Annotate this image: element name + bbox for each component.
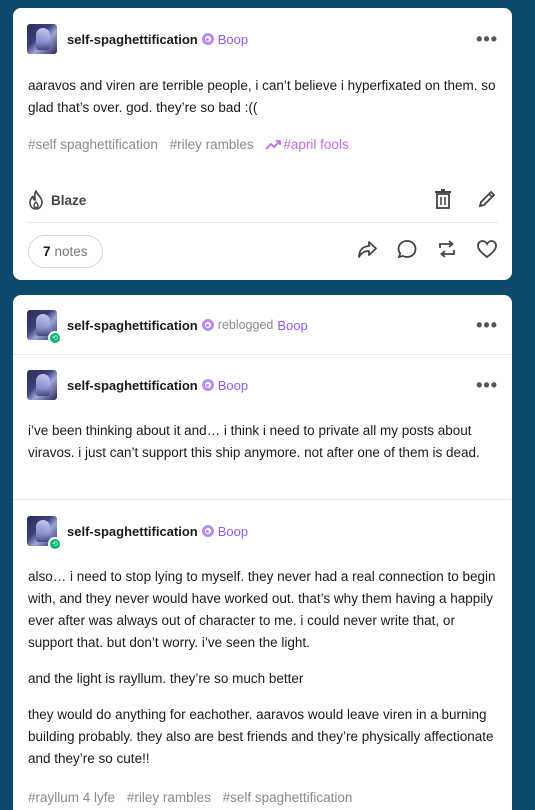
notes-label: notes xyxy=(54,244,88,259)
divider xyxy=(13,354,512,355)
flame-icon xyxy=(29,190,43,210)
trending-arrow-icon xyxy=(265,140,282,151)
boop-icon[interactable] xyxy=(201,33,214,45)
reblog-post-card: ⟲ self-spaghettification reblogged Boop … xyxy=(13,295,512,810)
boop-link[interactable]: Boop xyxy=(218,378,248,393)
blaze-button[interactable]: Blaze xyxy=(27,190,86,210)
owner-actions xyxy=(432,188,498,210)
engagement-actions xyxy=(356,238,498,260)
trail-header: ⟲ self-spaghettification Boop xyxy=(27,515,498,551)
reblog-icon[interactable] xyxy=(436,238,458,260)
tag-list: #self spaghettification #riley rambles #… xyxy=(28,137,497,152)
username[interactable]: self-spaghettification xyxy=(67,524,198,539)
tag[interactable]: #rayllum 4 lyfe xyxy=(28,790,115,805)
avatar[interactable]: ⟲ xyxy=(27,516,62,551)
pencil-icon[interactable] xyxy=(476,188,498,210)
boop-icon[interactable] xyxy=(201,379,214,391)
trail-paragraph: also… i need to stop lying to myself. th… xyxy=(28,569,496,650)
reblog-badge-icon: ⟲ xyxy=(48,331,62,345)
boop-link[interactable]: Boop xyxy=(218,524,248,539)
heart-icon[interactable] xyxy=(476,238,498,260)
post-card: self-spaghettification Boop ••• aaravos … xyxy=(13,8,512,280)
tag[interactable]: #riley rambles xyxy=(170,137,254,152)
tag[interactable]: #self spaghettification xyxy=(223,790,353,805)
reblogged-text: reblogged xyxy=(217,318,274,332)
divider xyxy=(13,499,512,500)
post-body: aaravos and viren are terrible people, i… xyxy=(28,78,496,115)
more-options-icon[interactable]: ••• xyxy=(476,316,498,334)
trail-header: self-spaghettification Boop ••• xyxy=(27,369,498,401)
tag[interactable]: #riley rambles xyxy=(127,790,211,805)
blaze-label: Blaze xyxy=(51,192,87,208)
reblogged-from-link[interactable]: Boop xyxy=(277,318,307,333)
trending-tag-label: #april fools xyxy=(283,137,349,152)
trail-paragraph: they would do anything for eachother. aa… xyxy=(28,707,494,766)
avatar[interactable]: ⟲ xyxy=(27,310,62,345)
trail-paragraph: and the light is rayllum. they’re so muc… xyxy=(28,671,304,686)
tag-list: #rayllum 4 lyfe #riley rambles #self spa… xyxy=(28,790,497,805)
reply-icon[interactable] xyxy=(396,238,418,260)
username[interactable]: self-spaghettification xyxy=(67,32,198,47)
trash-icon[interactable] xyxy=(432,188,454,210)
trending-tag[interactable]: #april fools xyxy=(265,137,349,152)
reblog-header: ⟲ self-spaghettification reblogged Boop … xyxy=(27,309,498,345)
post-header: self-spaghettification Boop ••• xyxy=(27,23,498,55)
divider xyxy=(27,222,498,223)
more-options-icon[interactable]: ••• xyxy=(476,376,498,394)
boop-link[interactable]: Boop xyxy=(218,32,248,47)
boop-icon[interactable] xyxy=(201,319,214,331)
more-options-icon[interactable]: ••• xyxy=(476,30,498,48)
avatar[interactable] xyxy=(27,370,57,400)
username[interactable]: self-spaghettification xyxy=(67,378,198,393)
trail-body: i’ve been thinking about it and… i think… xyxy=(28,423,480,460)
tag[interactable]: #self spaghettification xyxy=(28,137,158,152)
username[interactable]: self-spaghettification xyxy=(67,318,198,333)
notes-button[interactable]: 7 notes xyxy=(28,235,103,268)
avatar[interactable] xyxy=(27,24,57,54)
share-icon[interactable] xyxy=(356,238,378,260)
boop-icon[interactable] xyxy=(201,525,214,537)
notes-count: 7 xyxy=(43,244,51,259)
reblog-badge-icon: ⟲ xyxy=(48,537,62,551)
